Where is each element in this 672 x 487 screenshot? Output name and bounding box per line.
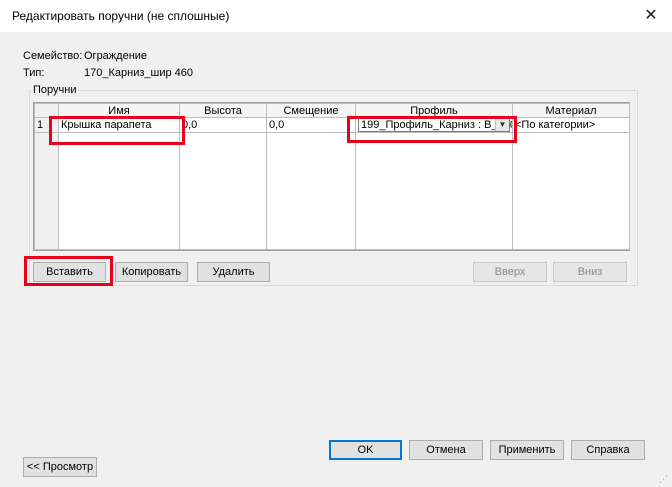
column-header-material[interactable]: Материал xyxy=(512,103,630,118)
column-header-name[interactable]: Имя xyxy=(58,103,180,118)
close-icon[interactable]: ✕ xyxy=(630,0,672,32)
family-label: Семейство: xyxy=(23,50,83,62)
title-bar: Редактировать поручни (не сплошные) ✕ xyxy=(0,0,672,32)
cell-offset[interactable]: 0,0 xyxy=(266,117,356,133)
cell-profile[interactable]: 199_Профиль_Карниз : В_440 ▼ xyxy=(355,117,513,133)
cancel-button[interactable]: Отмена xyxy=(409,440,483,460)
delete-button[interactable]: Удалить xyxy=(197,262,270,282)
cell-height[interactable]: 0,0 xyxy=(179,117,267,133)
cell-material[interactable]: <По категории> xyxy=(512,117,630,133)
rails-table: Имя Высота Смещение Профиль Материал 1 К… xyxy=(33,102,630,251)
empty-cell xyxy=(58,132,180,250)
table-corner xyxy=(34,103,59,118)
help-button[interactable]: Справка xyxy=(571,440,645,460)
dialog-body: Семейство: Ограждение Тип: 170_Карниз_ши… xyxy=(0,32,672,487)
row-number-empty xyxy=(34,132,59,250)
family-value: Ограждение xyxy=(84,50,148,62)
table-header-row: Имя Высота Смещение Профиль Материал xyxy=(34,103,630,118)
resize-grip-icon[interactable]: ⋰ xyxy=(659,474,669,484)
row-number[interactable]: 1 xyxy=(34,117,59,133)
chevron-down-icon[interactable]: ▼ xyxy=(495,119,509,131)
move-down-button[interactable]: Вниз xyxy=(553,262,627,282)
column-header-profile[interactable]: Профиль xyxy=(355,103,513,118)
insert-button[interactable]: Вставить xyxy=(33,262,106,282)
empty-cell xyxy=(512,132,630,250)
empty-cell xyxy=(266,132,356,250)
ok-button[interactable]: OK xyxy=(329,440,402,460)
preview-button[interactable]: << Просмотр xyxy=(23,457,97,477)
profile-dropdown[interactable]: 199_Профиль_Карниз : В_440 ▼ xyxy=(358,118,513,132)
empty-cell xyxy=(179,132,267,250)
type-value: 170_Карниз_шир 460 xyxy=(84,67,193,79)
column-header-offset[interactable]: Смещение xyxy=(266,103,356,118)
cell-name[interactable]: Крышка парапета xyxy=(58,117,180,133)
move-up-button[interactable]: Вверх xyxy=(473,262,547,282)
copy-button[interactable]: Копировать xyxy=(115,262,188,282)
empty-cell xyxy=(355,132,513,250)
table-empty-area xyxy=(34,132,630,250)
type-label: Тип: xyxy=(23,67,45,79)
profile-dropdown-value: 199_Профиль_Карниз : В_440 xyxy=(361,119,513,131)
apply-button[interactable]: Применить xyxy=(490,440,564,460)
window-title: Редактировать поручни (не сплошные) xyxy=(12,9,230,23)
table-row[interactable]: 1 Крышка парапета 0,0 0,0 199_Профиль_Ка… xyxy=(34,117,630,133)
rails-group-title: Поручни xyxy=(31,84,79,96)
column-header-height[interactable]: Высота xyxy=(179,103,267,118)
